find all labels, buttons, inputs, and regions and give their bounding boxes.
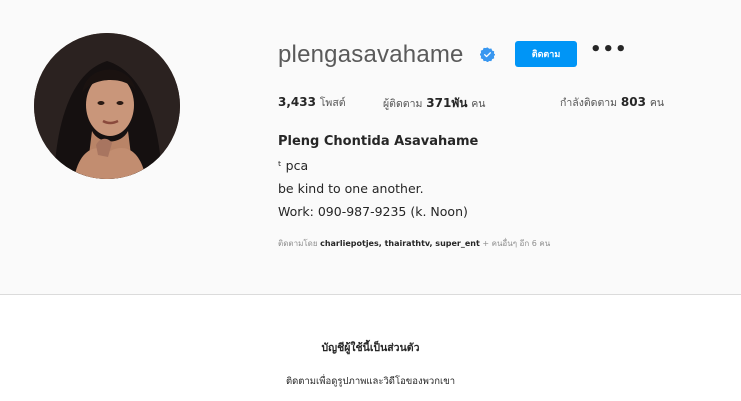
posts-label: โพสต์ bbox=[319, 97, 346, 109]
followers-stat[interactable]: ผู้ติดตาม 371พัน คน bbox=[383, 94, 485, 113]
posts-count: 3,433 bbox=[278, 95, 316, 109]
followers-label: ผู้ติดตาม bbox=[383, 98, 423, 110]
followers-unit: คน bbox=[471, 98, 486, 110]
follow-button[interactable]: ติดตาม bbox=[515, 41, 577, 67]
profile-avatar[interactable] bbox=[34, 33, 180, 179]
private-account-title: บัญชีผู้ใช้นี้เป็นส่วนตัว bbox=[321, 342, 420, 354]
following-count: 803 bbox=[620, 95, 646, 109]
bio-line: be kind to one another. bbox=[278, 181, 424, 196]
private-account-subtitle: ติดตามเพื่อดูรูปภาพและวิดีโอของพวกเขา bbox=[285, 376, 456, 387]
posts-stat[interactable]: 3,433 โพสต์ bbox=[278, 94, 346, 111]
more-options-icon[interactable]: ••• bbox=[590, 41, 627, 59]
profile-username: plengasavahame bbox=[278, 41, 464, 68]
bio-line: ᵗ pca bbox=[278, 158, 309, 173]
following-label: กำลังติดตาม bbox=[560, 97, 618, 109]
followed-by-prefix: ติดตามโดย bbox=[278, 239, 318, 248]
followed-by[interactable]: ติดตามโดย charliepotjes, thairathtv, sup… bbox=[278, 237, 550, 250]
following-stat[interactable]: กำลังติดตาม 803 คน bbox=[560, 94, 664, 111]
followed-by-accounts[interactable]: charliepotjes, thairathtv, super_ent bbox=[320, 239, 480, 248]
followers-count: 371พัน bbox=[426, 96, 468, 110]
followed-by-suffix: + คนอื่นๆ อีก 6 คน bbox=[482, 239, 551, 248]
private-account-notice: บัญชีผู้ใช้นี้เป็นส่วนตัว ติดตามเพื่อดูร… bbox=[0, 295, 741, 401]
verified-badge-icon bbox=[480, 47, 495, 62]
bio-line: Work: 090-987-9235 (k. Noon) bbox=[278, 204, 468, 219]
following-unit: คน bbox=[649, 97, 665, 109]
profile-full-name: Pleng Chontida Asavahame bbox=[278, 134, 479, 149]
avatar-photo bbox=[34, 33, 180, 179]
profile-header: plengasavahame ติดตาม ••• 3,433 โพสต์ ผู… bbox=[0, 0, 741, 294]
